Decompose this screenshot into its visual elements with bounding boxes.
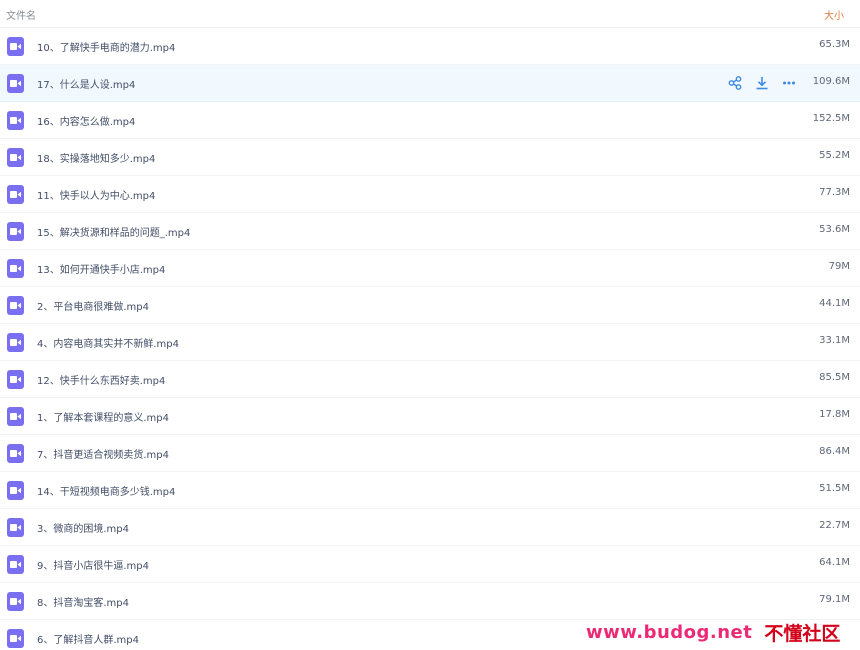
file-size: 51.5M xyxy=(819,483,850,494)
file-row[interactable]: 10、了解快手电商的潜力.mp4 65.3M xyxy=(0,28,860,65)
file-name[interactable]: 7、抖音更适合视频卖货.mp4 xyxy=(37,446,169,461)
row-actions xyxy=(726,74,797,92)
video-file-icon xyxy=(7,296,24,315)
watermark-url: www.budog.net xyxy=(586,621,753,643)
share-icon[interactable] xyxy=(726,75,743,92)
file-size: 77.3M xyxy=(819,187,850,198)
file-size: 33.1M xyxy=(819,335,850,346)
video-file-icon xyxy=(7,370,24,389)
file-size: 79M xyxy=(828,261,850,272)
file-row[interactable]: 11、快手以人为中心.mp4 77.3M xyxy=(0,176,860,213)
video-file-icon xyxy=(7,518,24,537)
file-name[interactable]: 1、了解本套课程的意义.mp4 xyxy=(37,409,169,424)
video-file-icon xyxy=(7,555,24,574)
more-icon[interactable] xyxy=(780,75,797,92)
file-list-header: 文件名 大小 xyxy=(0,0,860,28)
file-name[interactable]: 13、如何开通快手小店.mp4 xyxy=(37,261,165,276)
video-file-icon xyxy=(7,481,24,500)
file-name[interactable]: 3、微商的困境.mp4 xyxy=(37,520,129,535)
video-file-icon xyxy=(7,259,24,278)
video-file-icon xyxy=(7,148,24,167)
file-size: 44.1M xyxy=(819,298,850,309)
download-icon[interactable] xyxy=(753,75,770,92)
file-size: 64.1M xyxy=(819,557,850,568)
video-file-icon xyxy=(7,407,24,426)
file-row[interactable]: 7、抖音更适合视频卖货.mp4 86.4M xyxy=(0,435,860,472)
video-file-icon xyxy=(7,185,24,204)
video-file-icon xyxy=(7,222,24,241)
video-file-icon xyxy=(7,592,24,611)
file-size: 65.3M xyxy=(819,39,850,50)
file-name[interactable]: 4、内容电商其实并不新鲜.mp4 xyxy=(37,335,179,350)
video-file-icon xyxy=(7,37,24,56)
video-file-icon xyxy=(7,333,24,352)
file-row[interactable]: 2、平台电商很难做.mp4 44.1M xyxy=(0,287,860,324)
watermark: www.budog.net 不懂社区 xyxy=(586,620,854,645)
file-row[interactable]: 13、如何开通快手小店.mp4 79M xyxy=(0,250,860,287)
file-row[interactable]: 1、了解本套课程的意义.mp4 17.8M xyxy=(0,398,860,435)
video-file-icon xyxy=(7,74,24,93)
file-row[interactable]: 14、干短视频电商多少钱.mp4 51.5M xyxy=(0,472,860,509)
file-size: 53.6M xyxy=(819,224,850,235)
column-header-filename[interactable]: 文件名 xyxy=(6,7,36,22)
watermark-name: 不懂社区 xyxy=(764,622,841,645)
file-name[interactable]: 18、实操落地知多少.mp4 xyxy=(37,150,155,165)
file-name[interactable]: 2、平台电商很难做.mp4 xyxy=(37,298,149,313)
file-size: 17.8M xyxy=(819,409,850,420)
file-size: 109.6M xyxy=(812,76,850,87)
file-size: 86.4M xyxy=(819,446,850,457)
video-file-icon xyxy=(7,444,24,463)
file-row[interactable]: 17、什么是人设.mp4 109.6M xyxy=(0,65,860,102)
file-size: 85.5M xyxy=(819,372,850,383)
file-name[interactable]: 17、什么是人设.mp4 xyxy=(37,76,135,91)
file-name[interactable]: 10、了解快手电商的潜力.mp4 xyxy=(37,39,175,54)
file-name[interactable]: 16、内容怎么做.mp4 xyxy=(37,113,135,128)
file-row[interactable]: 12、快手什么东西好卖.mp4 85.5M xyxy=(0,361,860,398)
file-row[interactable]: 8、抖音淘宝客.mp4 79.1M xyxy=(0,583,860,620)
file-size: 79.1M xyxy=(819,594,850,605)
file-row[interactable]: 9、抖音小店很牛逼.mp4 64.1M xyxy=(0,546,860,583)
video-file-icon xyxy=(7,629,24,648)
file-name[interactable]: 6、了解抖音人群.mp4 xyxy=(37,631,139,646)
file-row[interactable]: 4、内容电商其实并不新鲜.mp4 33.1M xyxy=(0,324,860,361)
file-size: 22.7M xyxy=(819,520,850,531)
file-row[interactable]: 15、解决货源和样品的问题_.mp4 53.6M xyxy=(0,213,860,250)
file-size: 152.5M xyxy=(812,113,850,124)
video-file-icon xyxy=(7,111,24,130)
file-name[interactable]: 14、干短视频电商多少钱.mp4 xyxy=(37,483,175,498)
file-name[interactable]: 8、抖音淘宝客.mp4 xyxy=(37,594,129,609)
file-list: 10、了解快手电商的潜力.mp4 65.3M 17、什么是人设.mp4 109.6M 1… xyxy=(0,28,860,650)
file-name[interactable]: 11、快手以人为中心.mp4 xyxy=(37,187,155,202)
column-header-size[interactable]: 大小 xyxy=(824,7,844,22)
file-name[interactable]: 12、快手什么东西好卖.mp4 xyxy=(37,372,165,387)
file-name[interactable]: 15、解决货源和样品的问题_.mp4 xyxy=(37,224,190,239)
file-name[interactable]: 9、抖音小店很牛逼.mp4 xyxy=(37,557,149,572)
file-row[interactable]: 18、实操落地知多少.mp4 55.2M xyxy=(0,139,860,176)
file-size: 55.2M xyxy=(819,150,850,161)
file-row[interactable]: 3、微商的困境.mp4 22.7M xyxy=(0,509,860,546)
file-row[interactable]: 16、内容怎么做.mp4 152.5M xyxy=(0,102,860,139)
